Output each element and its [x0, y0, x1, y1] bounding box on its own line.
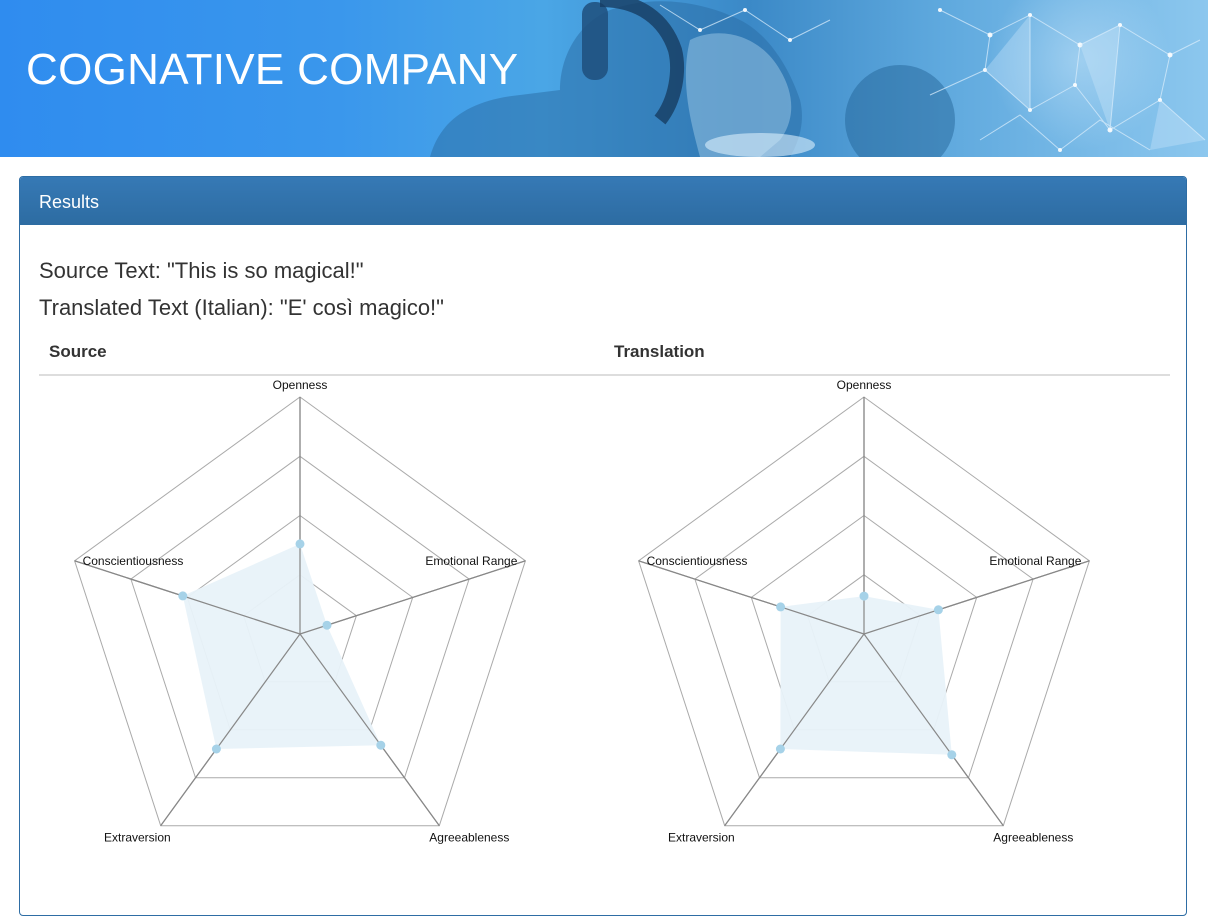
source-data-point-conscientiousness[interactable]: [178, 591, 188, 601]
source-data-point-emotional-range[interactable]: [322, 620, 332, 630]
source-data-point-extraversion[interactable]: [211, 744, 221, 754]
source-axis-label-conscientiousness: Conscientiousness: [83, 554, 184, 568]
source-data-area: [182, 543, 381, 749]
source-data-point-agreeableness[interactable]: [376, 740, 386, 750]
source-axis-label-extraversion: Extraversion: [104, 831, 171, 845]
source-axis-label-agreeableness: Agreeableness: [429, 831, 509, 845]
source-axis-label-emotional-range: Emotional Range: [425, 554, 517, 568]
source-data-point-openness[interactable]: [295, 539, 305, 549]
source-axis-label-openness: Openness: [273, 378, 328, 392]
translation-column-header: Translation: [614, 342, 705, 361]
source-radar-chart: Openness Emotional Range Agreeableness Extr…: [74, 378, 526, 845]
source-axis-overlay-1: [299, 560, 526, 635]
